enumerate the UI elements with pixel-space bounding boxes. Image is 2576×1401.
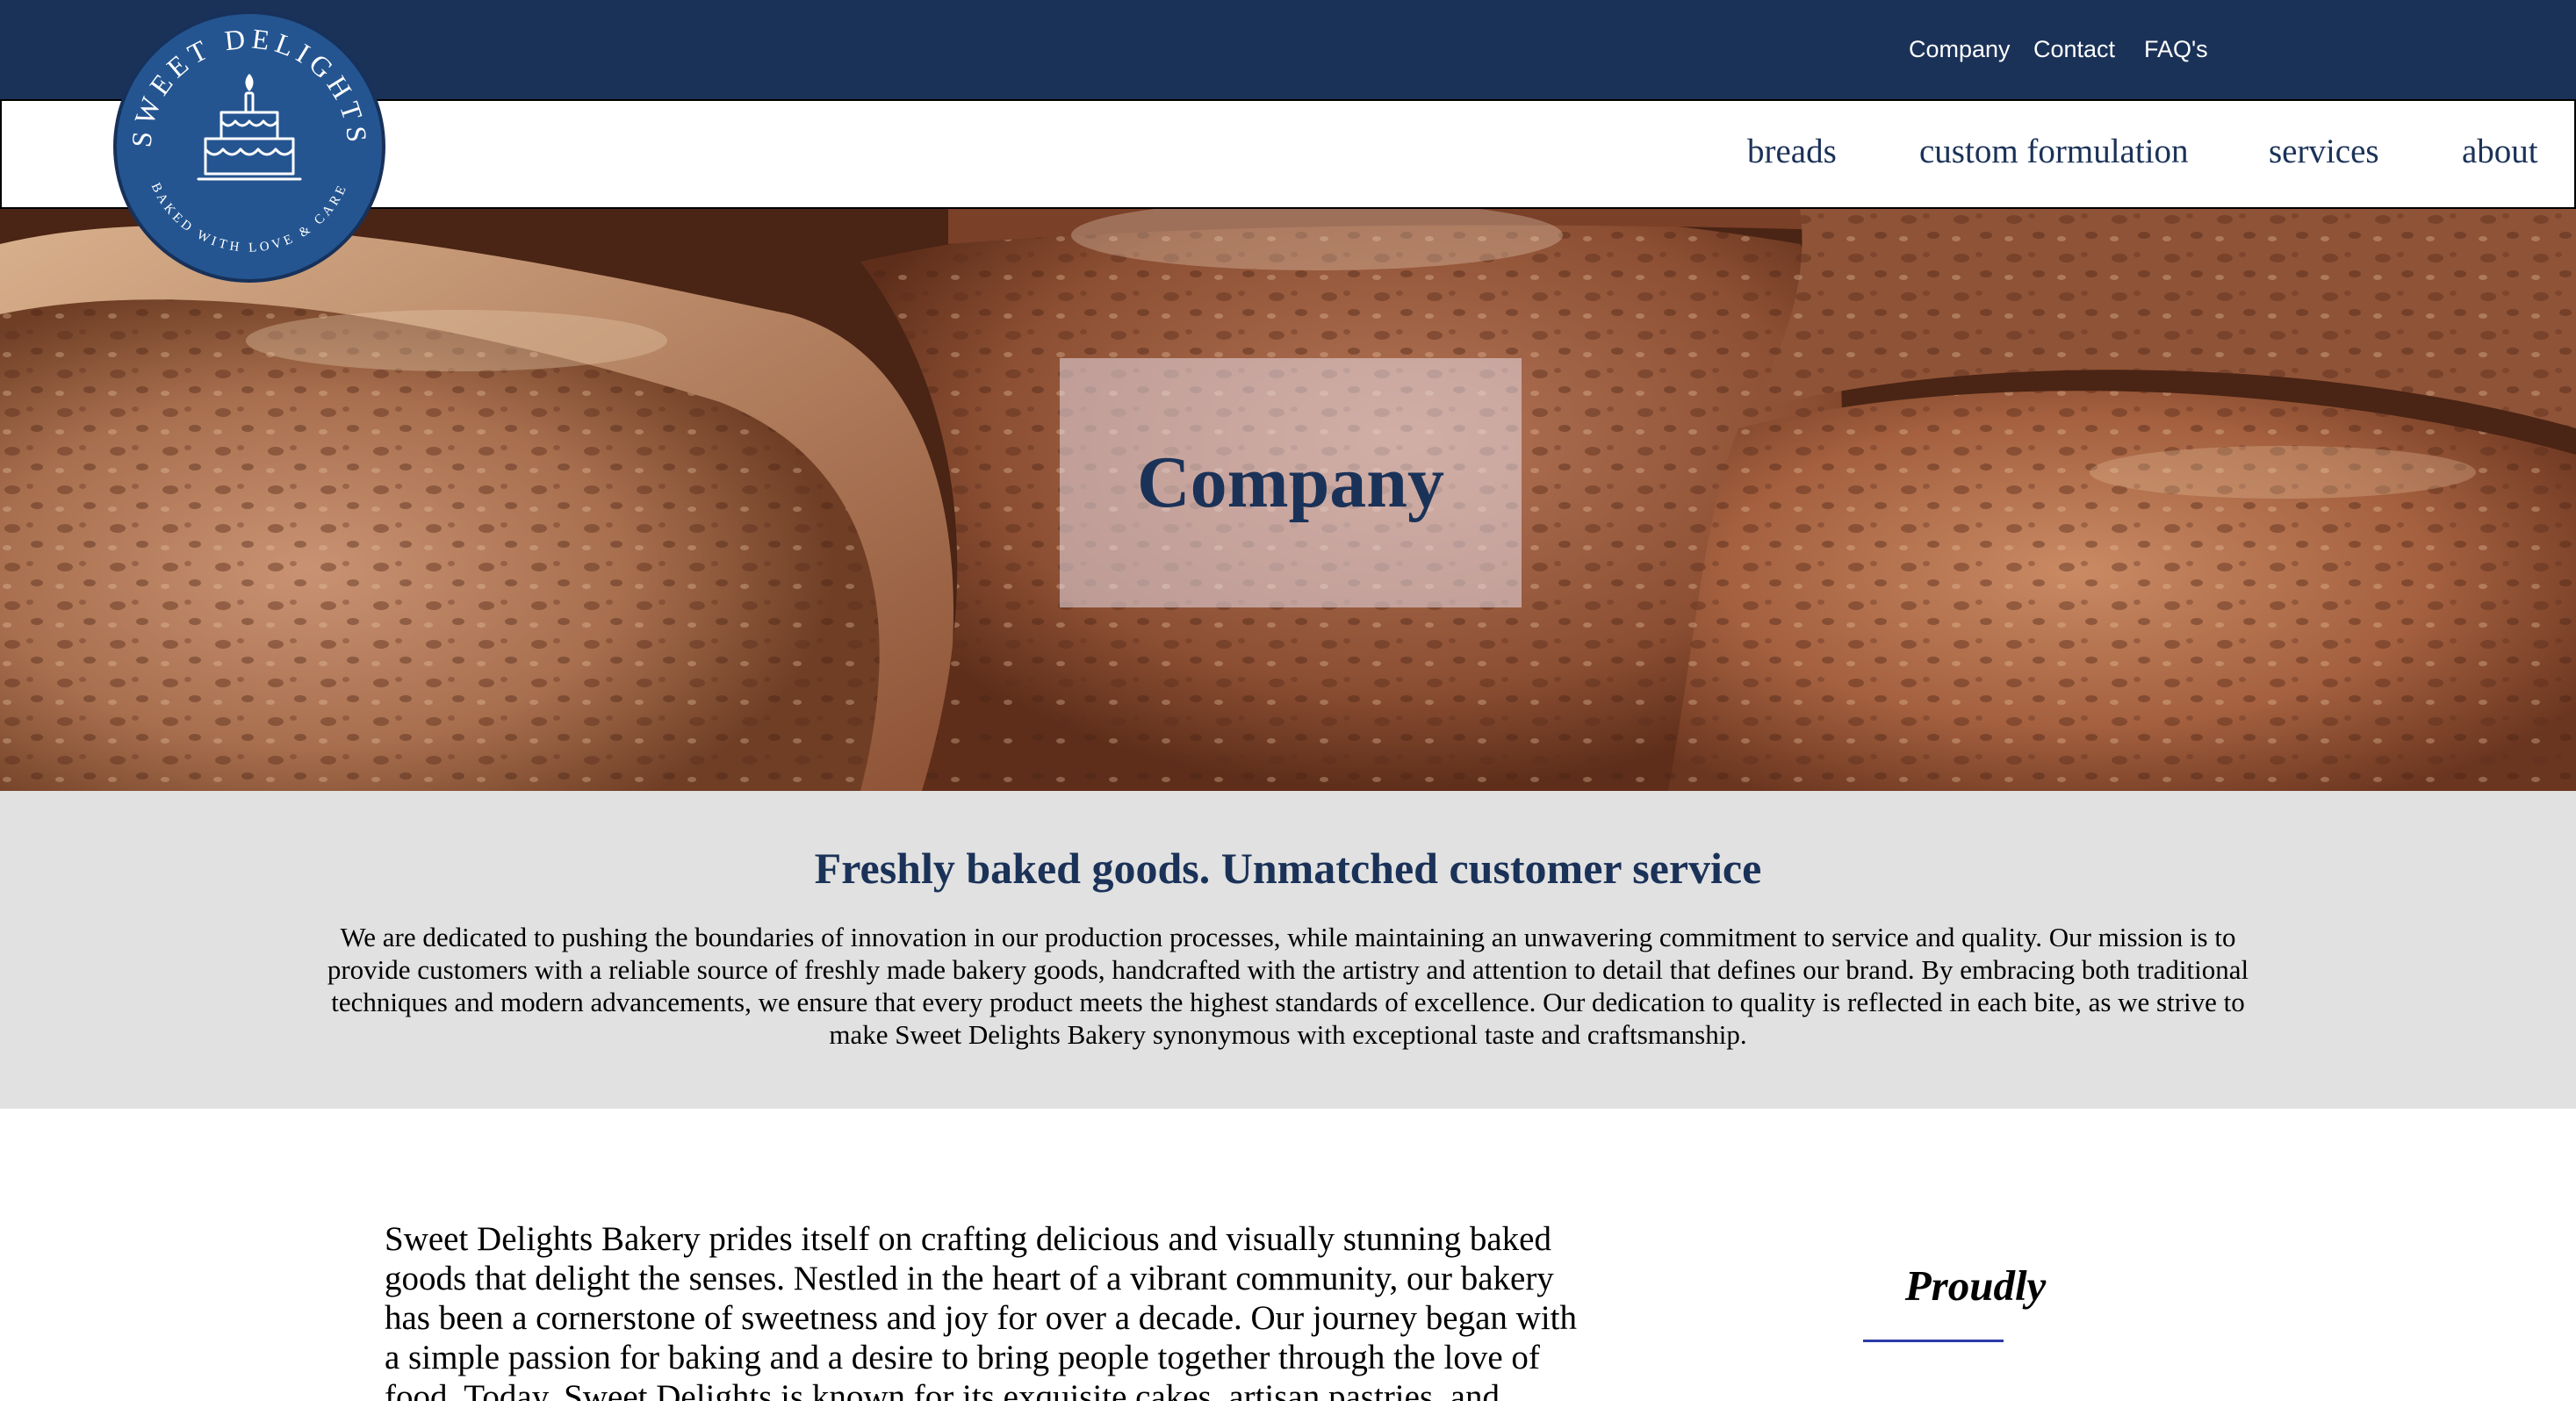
hero-title: Company (1136, 442, 1445, 523)
aside-title: Proudly (1904, 1261, 2047, 1310)
top-link-faqs[interactable]: FAQ's (2144, 33, 2208, 65)
mission-section: Freshly baked goods. Unmatched customer … (0, 791, 2576, 1109)
nav-link-custom-formulation[interactable]: custom formulation (1919, 129, 2189, 175)
hero-banner: Company (0, 209, 2576, 791)
top-link-contact[interactable]: Contact (2033, 33, 2115, 65)
mission-heading: Freshly baked goods. Unmatched customer … (814, 844, 1762, 893)
aside-divider (1863, 1340, 2004, 1342)
nav-link-about[interactable]: about (2462, 129, 2538, 175)
story-text: Sweet Delights Bakery prides itself on c… (385, 1220, 1577, 1401)
nav-link-services[interactable]: services (2269, 129, 2379, 175)
top-link-company[interactable]: Company (1909, 33, 2011, 65)
nav-link-breads[interactable]: breads (1747, 129, 1837, 175)
mission-text: We are dedicated to pushing the boundari… (327, 922, 2249, 1050)
sweet-delights-logo[interactable]: SWEET DELIGHTS BAKED WITH LOVE & CARE (112, 9, 387, 284)
